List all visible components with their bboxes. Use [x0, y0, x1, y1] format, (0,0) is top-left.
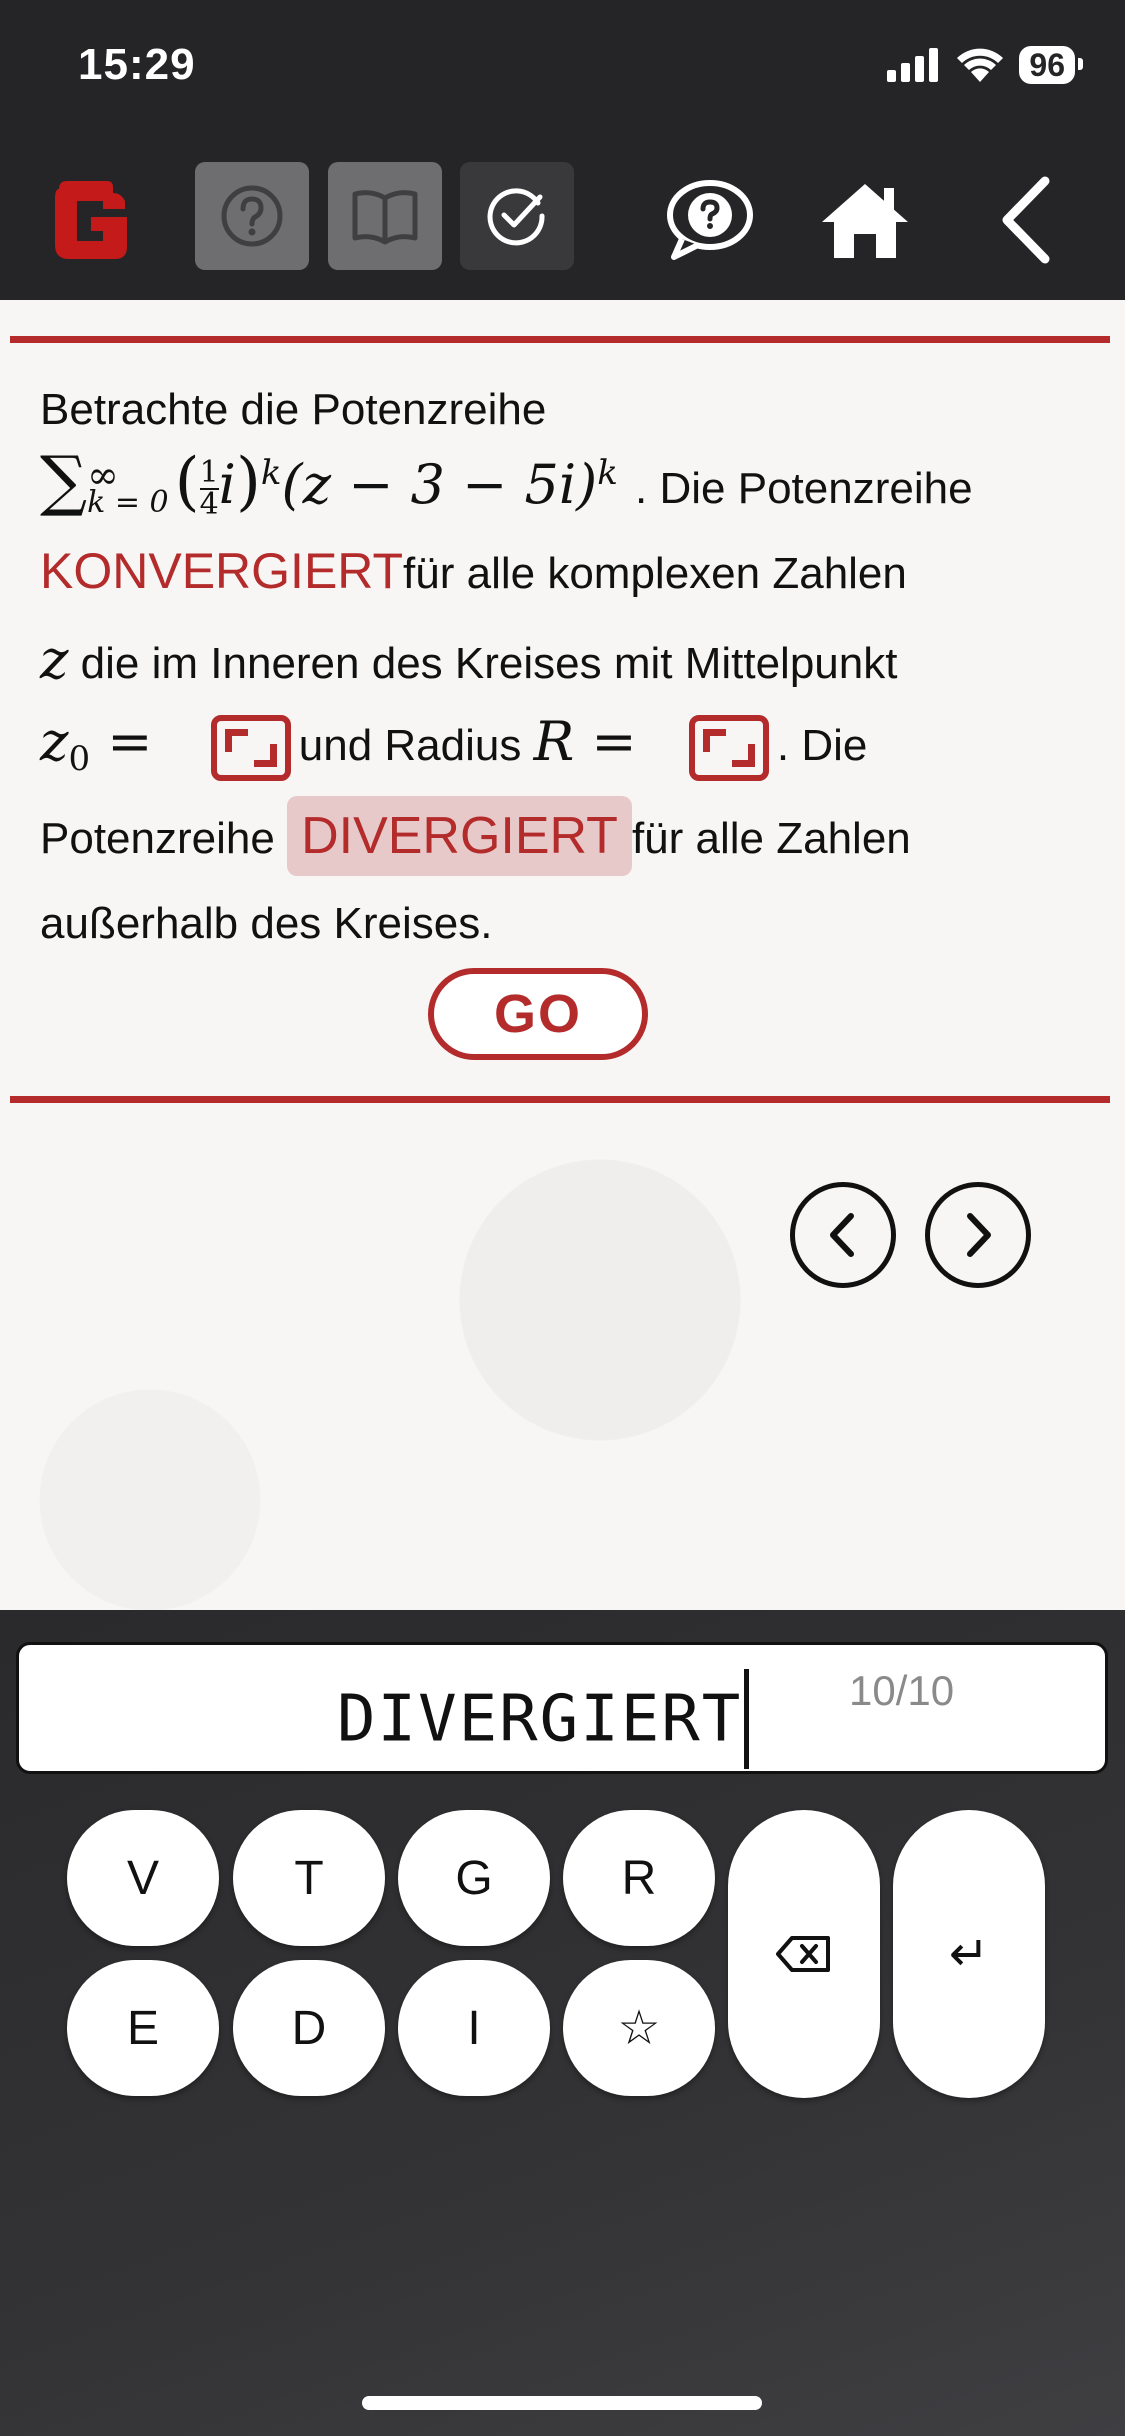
wifi-icon	[957, 48, 1004, 82]
key-g[interactable]: G	[398, 1810, 550, 1946]
line-divergiert: Potenzreihe DIVERGIERT für alle Zahlen	[40, 794, 1100, 884]
word-divergiert[interactable]: DIVERGIERT	[287, 795, 632, 876]
question-circle-icon	[221, 185, 283, 247]
key-t[interactable]: T	[233, 1810, 385, 1946]
exercise-text: Betrachte die Potenzreihe ∑ ∞ k = 0(1 4 i)k(…	[40, 386, 1100, 964]
previous-button[interactable]	[790, 1182, 896, 1288]
hint-button[interactable]	[195, 162, 309, 270]
chat-question-icon	[667, 180, 753, 260]
backspace-icon	[776, 1936, 830, 1972]
backspace-key[interactable]	[728, 1810, 880, 2098]
after-sum-text: . Die Potenzreihe	[635, 464, 973, 513]
power-series-formula: ∑ ∞ k = 0(1 4 i)k(z − 3 − 5i)k	[40, 442, 618, 522]
exercise-area: Betrachte die Potenzreihe ∑ ∞ k = 0(1 4 i)k(…	[0, 300, 1125, 1610]
key-r[interactable]: R	[563, 1810, 715, 1946]
line-center-radius: z0 = und Radius R = . Die	[40, 707, 1100, 794]
answer-input[interactable]: DIVERGIERT 10/10	[16, 1642, 1108, 1774]
book-button[interactable]	[328, 162, 442, 270]
enter-key[interactable]: ↵	[893, 1810, 1045, 2098]
chat-help-button[interactable]	[660, 170, 760, 270]
home-button[interactable]	[815, 170, 915, 270]
app-logo[interactable]	[40, 170, 140, 270]
book-icon	[352, 190, 418, 245]
battery-indicator: 96	[1019, 46, 1083, 84]
next-button[interactable]	[925, 1182, 1031, 1288]
bottom-divider	[10, 1096, 1110, 1103]
home-icon	[822, 184, 908, 258]
formula-line: ∑ ∞ k = 0(1 4 i)k(z − 3 − 5i)k . Die Potenzr…	[40, 434, 1100, 528]
answer-value: DIVERGIERT	[337, 1669, 750, 1773]
logo-icon	[55, 181, 127, 259]
char-counter: 10/10	[849, 1667, 955, 1714]
check-circle-icon	[487, 188, 545, 246]
back-button[interactable]	[975, 170, 1075, 270]
top-divider	[10, 336, 1110, 343]
line-ausserhalb: außerhalb des Kreises.	[40, 898, 493, 948]
word-konvergiert[interactable]: KONVERGIERT	[40, 543, 403, 599]
line-konvergiert: KONVERGIERTfür alle komplexen Zahlen	[40, 543, 907, 599]
status-icons: 96	[887, 46, 1083, 84]
status-time: 15:29	[78, 40, 196, 89]
signal-icon	[887, 48, 939, 82]
key-d[interactable]: D	[233, 1960, 385, 2096]
back-chevron-icon	[1002, 176, 1050, 264]
radius-input-box[interactable]	[688, 715, 769, 782]
check-button[interactable]	[460, 162, 574, 270]
intro-line: Betrachte die Potenzreihe	[40, 385, 547, 434]
go-button[interactable]: GO	[428, 968, 648, 1060]
chevron-left-icon	[830, 1213, 854, 1257]
key-v[interactable]: V	[67, 1810, 219, 1946]
status-bar: 15:29 96	[0, 0, 1125, 150]
text-caret	[744, 1669, 750, 1769]
top-toolbar	[0, 150, 1125, 300]
key-e[interactable]: E	[67, 1960, 219, 2096]
chevron-right-icon	[967, 1213, 991, 1257]
key-i[interactable]: I	[398, 1960, 550, 2096]
line-z: z die im Inneren des Kreises mit Mittelp…	[40, 628, 898, 691]
home-indicator	[362, 2396, 762, 2410]
center-input-box[interactable]	[210, 715, 291, 782]
key-star[interactable]: ☆	[563, 1960, 715, 2096]
answer-keyboard: DIVERGIERT 10/10 V T G R E D I ☆ ↵	[0, 1610, 1125, 2436]
